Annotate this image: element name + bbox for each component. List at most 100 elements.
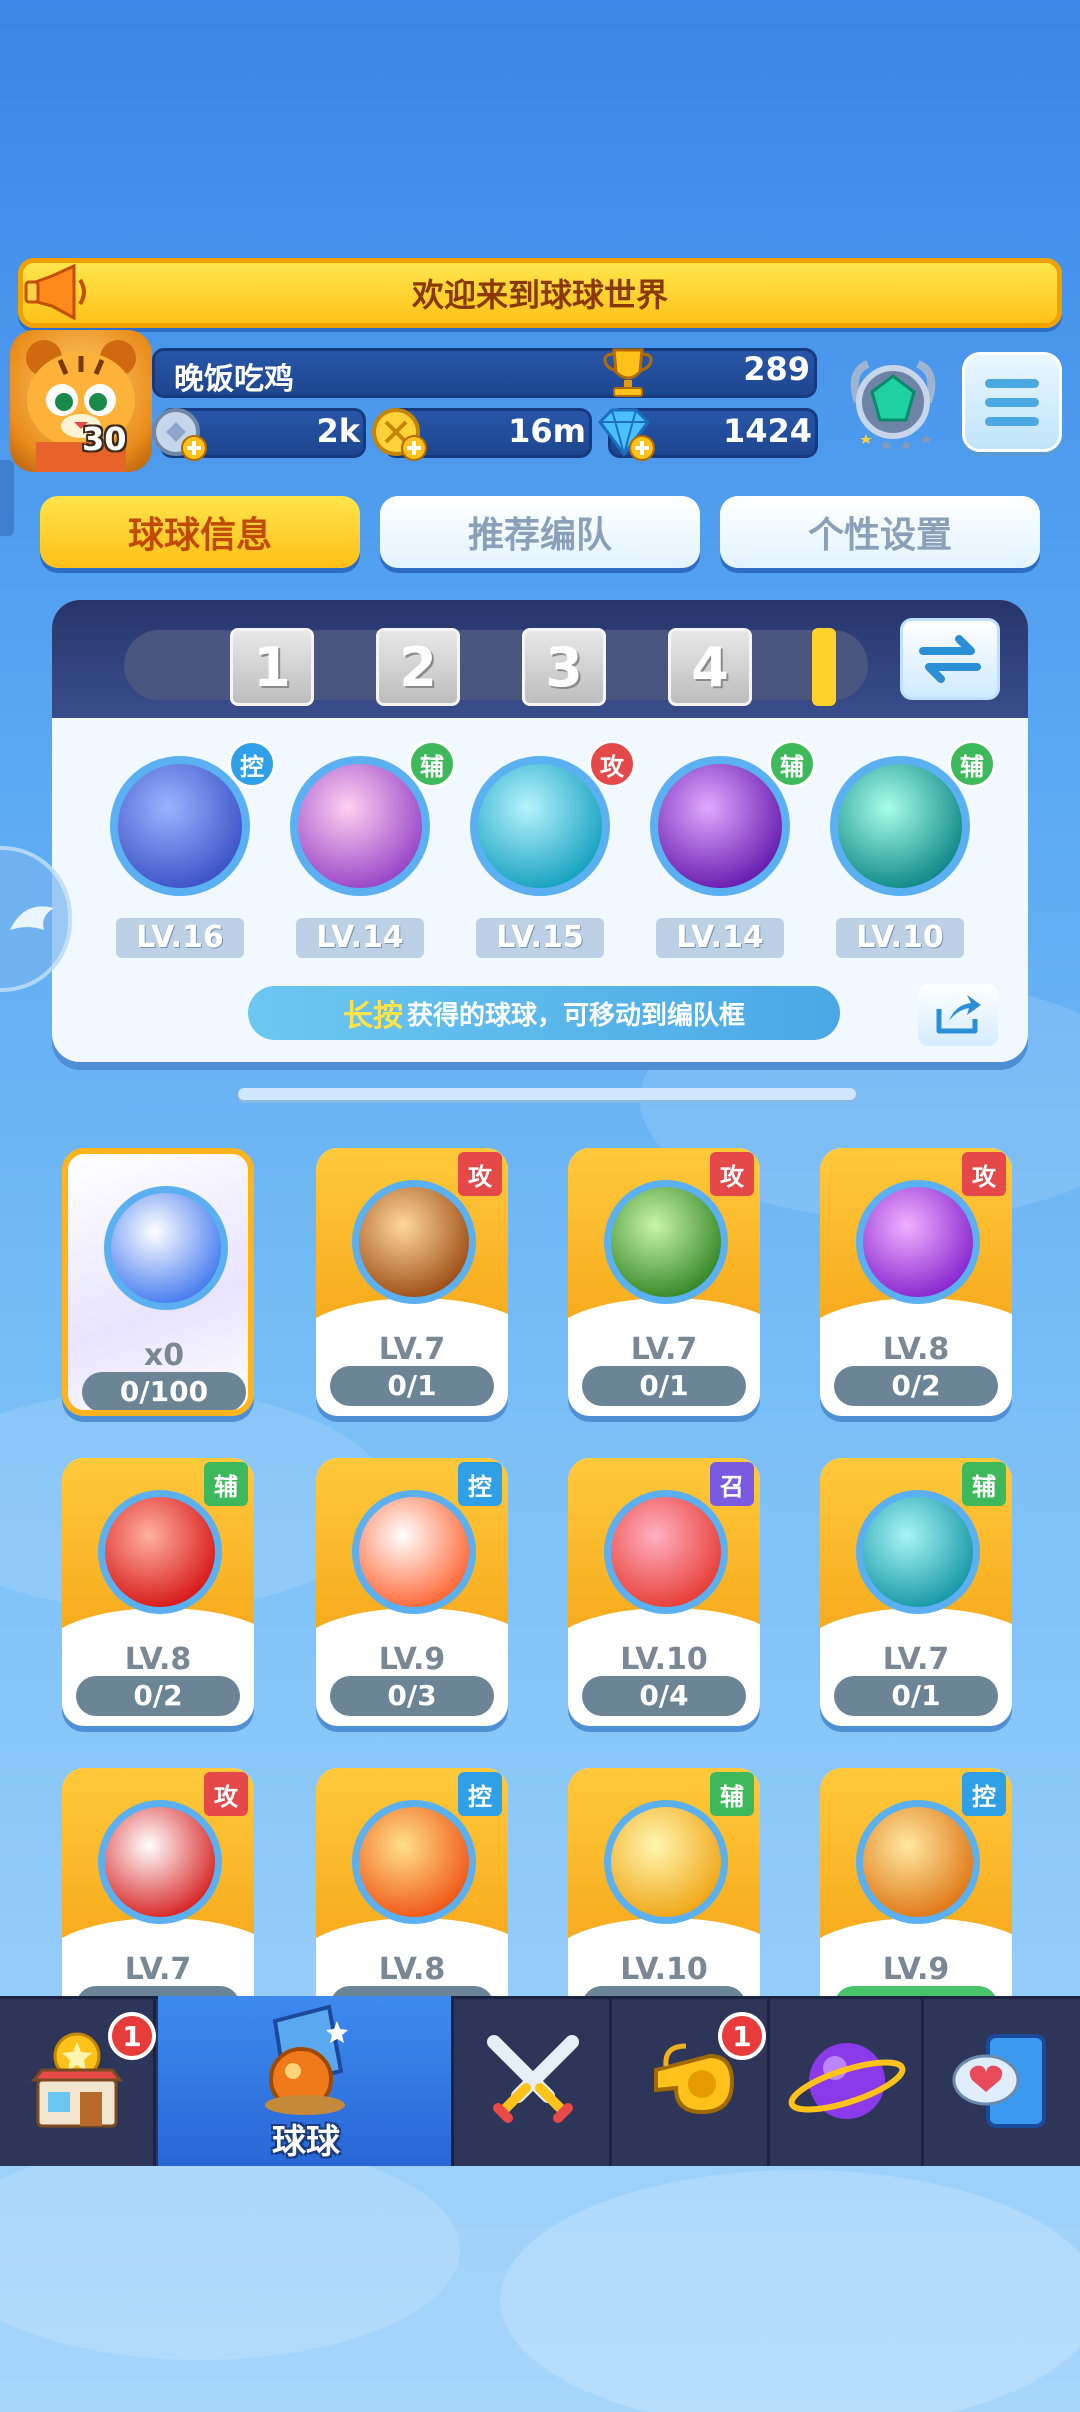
ball-icon bbox=[352, 1800, 476, 1924]
ball-role-badge: 控 bbox=[962, 1772, 1006, 1816]
player-avatar[interactable] bbox=[10, 330, 152, 472]
ball-level: LV.10 bbox=[620, 1642, 708, 1677]
ball-icon bbox=[104, 1186, 228, 1310]
ball-role-badge: 攻 bbox=[962, 1152, 1006, 1196]
ball-level: LV.9 bbox=[882, 1952, 950, 1987]
team-ball-5[interactable] bbox=[830, 756, 970, 896]
nav-shop-badge: 1 bbox=[108, 2012, 156, 2060]
ball-role-badge: 辅 bbox=[204, 1462, 248, 1506]
ball-icon bbox=[352, 1180, 476, 1304]
ball-card[interactable]: 攻 LV.7 0/1 bbox=[316, 1148, 508, 1416]
team-ball-4[interactable] bbox=[650, 756, 790, 896]
gold-value: 16m bbox=[508, 412, 586, 450]
player-level: 30 bbox=[82, 420, 127, 458]
battle-icon bbox=[486, 2035, 579, 2123]
gold-coin-icon[interactable] bbox=[370, 404, 428, 462]
slot-selection-marker bbox=[812, 628, 836, 706]
ball-icon bbox=[604, 1490, 728, 1614]
ball-card[interactable]: 攻 LV.8 0/2 bbox=[820, 1148, 1012, 1416]
ball-icon bbox=[604, 1800, 728, 1924]
tab-recommended-team[interactable]: 推荐编队 bbox=[380, 496, 700, 568]
tab-ball-info-label: 球球信息 bbox=[127, 515, 272, 556]
ball-level: LV.8 bbox=[124, 1642, 192, 1677]
ball-level: LV.7 bbox=[630, 1332, 698, 1367]
menu-icon bbox=[985, 378, 1039, 388]
ball-level: LV.7 bbox=[882, 1642, 950, 1677]
team-role-badge-3: 攻 bbox=[588, 740, 636, 788]
nav-whistle-badge: 1 bbox=[718, 2012, 766, 2060]
team-role-badge-1: 控 bbox=[228, 740, 276, 788]
ball-level: x0 bbox=[143, 1338, 185, 1373]
ball-icon bbox=[856, 1800, 980, 1924]
trophy-count: 289 bbox=[743, 350, 810, 388]
team-level-1: LV.16 bbox=[116, 918, 244, 958]
team-ball-2[interactable] bbox=[290, 756, 430, 896]
ball-progress: 0/3 bbox=[330, 1676, 494, 1716]
ball-level: LV.8 bbox=[882, 1332, 950, 1367]
ball-level: LV.8 bbox=[378, 1952, 446, 1987]
ball-role-badge: 攻 bbox=[204, 1772, 248, 1816]
ball-progress: 0/1 bbox=[834, 1676, 998, 1716]
rank-emblem-icon[interactable] bbox=[838, 352, 948, 462]
share-button[interactable] bbox=[918, 984, 998, 1046]
player-name[interactable]: 晚饭吃鸡 bbox=[174, 354, 294, 398]
ball-role-badge: 攻 bbox=[710, 1152, 754, 1196]
ball-role-badge: 召 bbox=[710, 1462, 754, 1506]
nav-battle[interactable] bbox=[456, 1996, 612, 2166]
welcome-banner: 欢迎来到球球世界 bbox=[18, 258, 1062, 328]
ball-card[interactable]: x0 0/100 bbox=[62, 1148, 254, 1416]
tab-ball-info[interactable]: 球球信息 bbox=[40, 496, 360, 568]
balls-icon bbox=[264, 2004, 348, 2115]
ball-card[interactable]: 辅 LV.8 0/2 bbox=[62, 1458, 254, 1726]
hint-text: 获得的球球，可移动到编队框 bbox=[406, 1000, 745, 1031]
team-ball-1[interactable] bbox=[110, 756, 250, 896]
ball-icon bbox=[604, 1180, 728, 1304]
ball-role-badge: 控 bbox=[458, 1772, 502, 1816]
silver-coin-icon[interactable] bbox=[150, 404, 208, 462]
team-ball-3[interactable] bbox=[470, 756, 610, 896]
team-slot-2[interactable]: 2 bbox=[376, 628, 460, 706]
share-icon bbox=[936, 995, 981, 1034]
team-level-4: LV.14 bbox=[656, 918, 784, 958]
tab-personal-settings[interactable]: 个性设置 bbox=[720, 496, 1040, 568]
gem-value: 1424 bbox=[722, 412, 812, 450]
menu-button[interactable] bbox=[962, 352, 1062, 452]
team-hint: 长按 获得的球球，可移动到编队框 bbox=[248, 986, 840, 1040]
tab-recommended-team-label: 推荐编队 bbox=[467, 515, 612, 556]
ball-progress: 0/1 bbox=[582, 1366, 746, 1406]
planet-icon bbox=[788, 2043, 905, 2119]
team-slot-4[interactable]: 4 bbox=[668, 628, 752, 706]
section-divider bbox=[238, 1088, 856, 1100]
social-icon bbox=[952, 2034, 1046, 2128]
tiger-avatar-icon bbox=[26, 340, 136, 472]
nav-social[interactable] bbox=[926, 1996, 1080, 2166]
team-level-5: LV.10 bbox=[836, 918, 964, 958]
ball-card[interactable]: 控 LV.9 0/3 bbox=[316, 1458, 508, 1726]
ball-icon bbox=[352, 1490, 476, 1614]
ball-icon bbox=[98, 1800, 222, 1924]
ball-icon bbox=[856, 1490, 980, 1614]
pet-icon bbox=[10, 906, 54, 930]
team-role-badge-4: 辅 bbox=[768, 740, 816, 788]
swap-button[interactable] bbox=[900, 618, 1000, 700]
ball-level: LV.7 bbox=[378, 1332, 446, 1367]
welcome-banner-text: 欢迎来到球球世界 bbox=[411, 276, 668, 314]
ball-progress: 0/2 bbox=[76, 1676, 240, 1716]
ball-role-badge: 辅 bbox=[962, 1462, 1006, 1506]
ball-card[interactable]: 辅 LV.7 0/1 bbox=[820, 1458, 1012, 1726]
ball-card[interactable]: 召 LV.10 0/4 bbox=[568, 1458, 760, 1726]
trophy-icon bbox=[603, 348, 653, 397]
gem-icon[interactable] bbox=[594, 404, 656, 462]
team-level-2: LV.14 bbox=[296, 918, 424, 958]
ball-level: LV.9 bbox=[378, 1642, 446, 1677]
ball-progress: 0/100 bbox=[82, 1372, 246, 1410]
ball-icon bbox=[856, 1180, 980, 1304]
nav-planet[interactable] bbox=[772, 1996, 924, 2166]
team-slot-3[interactable]: 3 bbox=[522, 628, 606, 706]
megaphone-icon bbox=[24, 263, 86, 321]
left-edge-handle[interactable] bbox=[0, 460, 14, 536]
ball-card[interactable]: 攻 LV.7 0/1 bbox=[568, 1148, 760, 1416]
ball-progress: 0/1 bbox=[330, 1366, 494, 1406]
ball-level: LV.10 bbox=[620, 1952, 708, 1987]
team-slot-1[interactable]: 1 bbox=[230, 628, 314, 706]
